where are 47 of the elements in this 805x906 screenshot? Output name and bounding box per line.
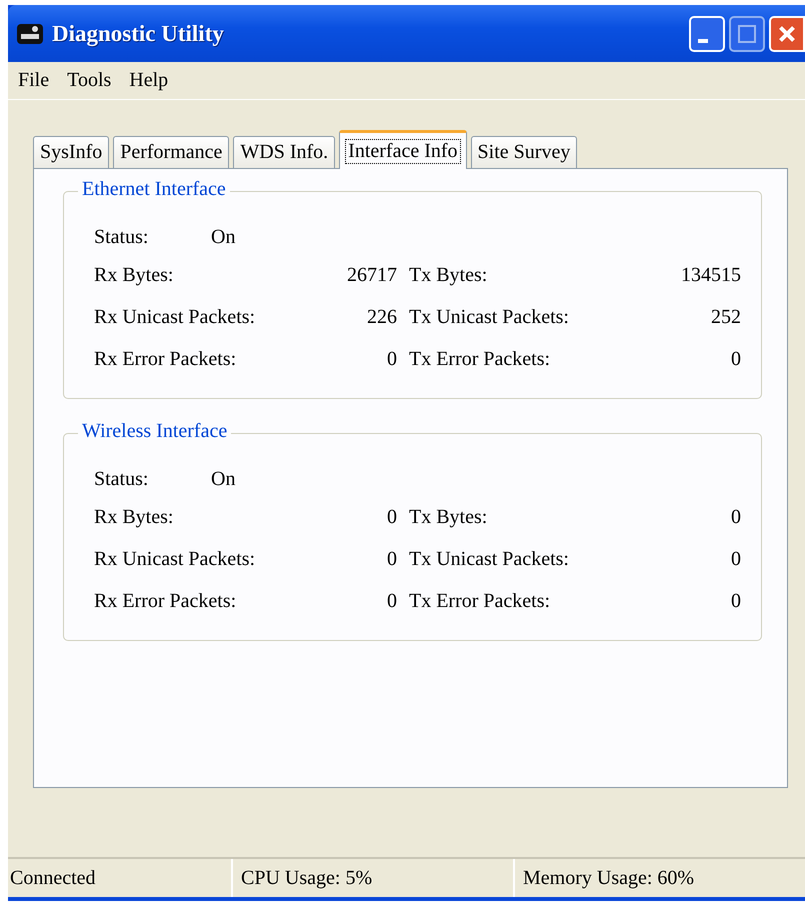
tab[interactable]: Interface Info: [339, 130, 467, 169]
app-icon: [16, 22, 44, 46]
field-label: Rx Error Packets:: [94, 590, 238, 612]
field-value: 0: [730, 548, 741, 570]
status-text: Connected: [8, 859, 233, 897]
tab[interactable]: Site Survey: [470, 136, 578, 168]
menu-item[interactable]: Help: [129, 69, 168, 92]
close-icon: [779, 26, 795, 42]
maximize-button[interactable]: [729, 16, 765, 52]
field-label: Rx Bytes:: [94, 264, 174, 286]
field-label: Rx Error Packets:: [94, 348, 238, 370]
field-value: 26717: [346, 264, 398, 286]
minimize-icon: [698, 38, 708, 42]
status-value: On: [211, 468, 236, 490]
status-label: Status:: [94, 468, 150, 490]
field-value: 252: [710, 306, 741, 328]
window-title: Diagnostic Utility: [52, 20, 224, 46]
tab[interactable]: Performance: [113, 136, 230, 168]
field-label: Tx Unicast Packets:: [409, 306, 570, 328]
tab[interactable]: SysInfo: [33, 136, 110, 168]
field-value: 226: [366, 306, 398, 328]
field-label: Tx Error Packets:: [409, 348, 552, 370]
field-label: Rx Unicast Packets:: [94, 548, 256, 570]
field-value: 134515: [680, 264, 741, 286]
field-value: 0: [386, 590, 398, 612]
field-value: 0: [386, 506, 398, 528]
maximize-icon: [738, 24, 756, 42]
field-label: Rx Unicast Packets:: [94, 306, 256, 328]
field-value: 0: [730, 506, 741, 528]
field-value: 0: [386, 548, 398, 570]
field-value: 0: [386, 348, 398, 370]
status-label: Status:: [94, 226, 150, 248]
status-text: CPU Usage: 5%: [233, 859, 515, 897]
field-label: Tx Bytes:: [409, 264, 488, 286]
field-label: Rx Bytes:: [94, 506, 174, 528]
field-value: 0: [730, 590, 741, 612]
status-value: On: [211, 226, 236, 248]
field-value: 0: [730, 348, 741, 370]
field-label: Tx Error Packets:: [409, 590, 552, 612]
minimize-button[interactable]: [689, 16, 725, 52]
menu-item[interactable]: Tools: [67, 69, 112, 92]
field-label: Tx Bytes:: [409, 506, 488, 528]
tab[interactable]: WDS Info.: [233, 136, 336, 168]
status-text: Memory Usage: 60%: [522, 866, 694, 890]
menu-item[interactable]: File: [18, 69, 50, 92]
field-label: Tx Unicast Packets:: [409, 548, 570, 570]
close-button[interactable]: [769, 16, 805, 52]
